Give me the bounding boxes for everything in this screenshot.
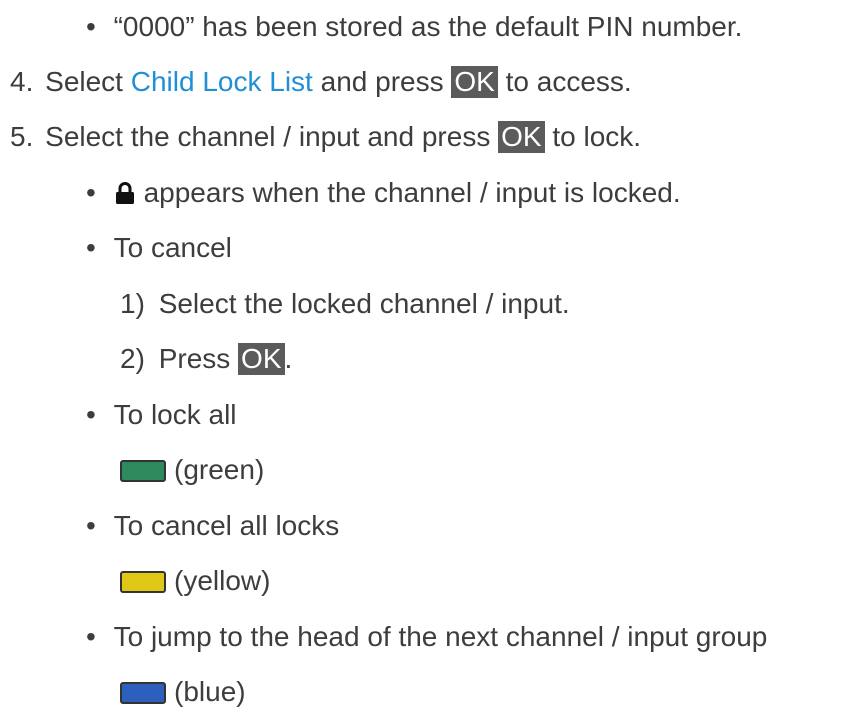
green-button-icon bbox=[120, 460, 166, 482]
step-number: 4. bbox=[10, 66, 34, 97]
to-cancel-item: • To cancel bbox=[86, 231, 232, 265]
to-cancel-all-item: • To cancel all locks bbox=[86, 509, 339, 543]
step-5: 5. Select the channel / input and press … bbox=[10, 120, 641, 154]
ok-key: OK bbox=[498, 121, 545, 153]
bullet: • bbox=[86, 11, 96, 42]
blue-button-icon bbox=[120, 682, 166, 704]
step-text: to access. bbox=[497, 66, 632, 97]
default-pin-note: • “0000” has been stored as the default … bbox=[86, 10, 742, 44]
bullet: • bbox=[86, 621, 96, 652]
to-lock-all-heading: To lock all bbox=[113, 399, 237, 430]
to-jump-heading: To jump to the head of the next channel … bbox=[113, 621, 768, 652]
default-pin-text: “0000” has been stored as the default PI… bbox=[113, 11, 743, 42]
blue-button-label: (blue) bbox=[174, 676, 246, 707]
substep-number: 2) bbox=[120, 343, 145, 374]
child-lock-list-link[interactable]: Child Lock List bbox=[131, 66, 313, 97]
substep-number: 1) bbox=[120, 288, 145, 319]
yellow-button-icon bbox=[120, 571, 166, 593]
yellow-button-row: (yellow) bbox=[120, 564, 270, 598]
bullet: • bbox=[86, 232, 96, 263]
step-4: 4. Select Child Lock List and press OK t… bbox=[10, 65, 632, 99]
substep-text: Select the locked channel / input. bbox=[158, 288, 570, 319]
step-text: to lock. bbox=[544, 121, 642, 152]
to-cancel-all-heading: To cancel all locks bbox=[113, 510, 340, 541]
substep-text: . bbox=[284, 343, 293, 374]
yellow-button-label: (yellow) bbox=[174, 565, 271, 596]
step-text: Select the channel / input and press bbox=[45, 121, 499, 152]
blue-button-row: (blue) bbox=[120, 675, 246, 709]
green-button-label: (green) bbox=[174, 454, 265, 485]
bullet: • bbox=[86, 399, 96, 430]
bullet: • bbox=[86, 510, 96, 541]
to-cancel-heading: To cancel bbox=[113, 232, 232, 263]
cancel-substep-1: 1) Select the locked channel / input. bbox=[120, 287, 570, 321]
lock-appears-text: appears when the channel / input is lock… bbox=[143, 177, 681, 208]
bullet: • bbox=[86, 177, 96, 208]
substep-text: Press bbox=[158, 343, 239, 374]
to-lock-all-item: • To lock all bbox=[86, 398, 237, 432]
to-jump-item: • To jump to the head of the next channe… bbox=[86, 620, 767, 654]
lock-appears-note: • appears when the channel / input is lo… bbox=[86, 176, 681, 213]
step-text: Select bbox=[45, 66, 131, 97]
step-text: and press bbox=[312, 66, 452, 97]
ok-key: OK bbox=[238, 343, 285, 375]
green-button-row: (green) bbox=[120, 453, 264, 487]
lock-icon bbox=[114, 179, 136, 213]
cancel-substep-2: 2) Press OK. bbox=[120, 342, 292, 376]
step-number: 5. bbox=[10, 121, 34, 152]
ok-key: OK bbox=[451, 66, 498, 98]
